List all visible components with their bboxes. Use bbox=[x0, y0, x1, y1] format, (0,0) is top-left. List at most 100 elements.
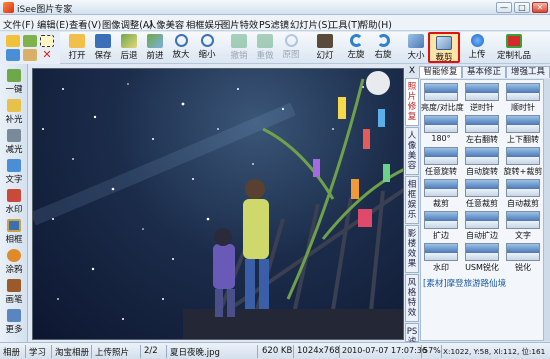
menu-tools[interactable]: 工具(T) bbox=[329, 17, 361, 31]
crop-button[interactable]: 裁剪 bbox=[428, 32, 460, 63]
sidebar-brush[interactable]: 画笔 bbox=[2, 278, 26, 306]
sidebar-more[interactable]: 更多 bbox=[2, 308, 26, 336]
tool-watermark[interactable]: 水印 bbox=[421, 242, 461, 272]
sidebar-fill-light[interactable]: 补光 bbox=[2, 98, 26, 126]
doodle-icon bbox=[7, 249, 21, 262]
vtab-portrait[interactable]: 人像美容 bbox=[405, 127, 419, 175]
tool-flip-vertical[interactable]: 上下翻转 bbox=[503, 114, 543, 144]
vtab-style-effects[interactable]: 风格特效 bbox=[405, 274, 419, 322]
open-button[interactable]: 打开 bbox=[64, 34, 90, 62]
tool-thumbnail bbox=[424, 147, 458, 165]
tool-flip-horizontal[interactable]: 左右翻转 bbox=[462, 114, 502, 144]
tab-enhance-tools[interactable]: 增强工具 bbox=[506, 66, 550, 78]
tool-expand-border[interactable]: 扩边 bbox=[421, 210, 461, 240]
divider bbox=[441, 345, 442, 358]
tool-thumbnail bbox=[465, 83, 499, 101]
tool-sharpen[interactable]: 锐化 bbox=[503, 242, 543, 272]
rotate-left-button[interactable]: 左旋 bbox=[343, 34, 369, 62]
zoom-in-button[interactable]: 放大 bbox=[168, 34, 194, 62]
vtab-studio[interactable]: 影楼效果 bbox=[405, 225, 419, 273]
status-upload-photo[interactable]: 上传照片 bbox=[95, 346, 129, 358]
menu-frames[interactable]: 相框娱乐 bbox=[186, 17, 223, 31]
hand-icon[interactable] bbox=[23, 35, 37, 47]
redo-button[interactable]: 重做 bbox=[252, 34, 278, 62]
delete-icon[interactable]: ✕ bbox=[40, 49, 54, 61]
sidebar-watermark[interactable]: 水印 bbox=[2, 188, 26, 216]
brush-icon[interactable] bbox=[23, 49, 37, 61]
zoom-out-button[interactable]: 缩小 bbox=[194, 34, 220, 62]
tool-crop[interactable]: 裁剪 bbox=[421, 178, 461, 208]
tool-auto-crop[interactable]: 自动裁剪 bbox=[503, 178, 543, 208]
status-study[interactable]: 学习 bbox=[29, 346, 46, 358]
image-canvas[interactable] bbox=[32, 68, 404, 340]
watermark-icon bbox=[7, 189, 21, 202]
tool-rotate-ccw[interactable]: 逆时针 bbox=[462, 82, 502, 112]
more-icon bbox=[7, 309, 21, 322]
tool-thumbnail bbox=[424, 83, 458, 101]
panel-close-button[interactable]: X bbox=[406, 66, 418, 77]
status-filename: 夏日夜晚.jpg bbox=[170, 348, 220, 358]
reduce-light-icon bbox=[7, 129, 21, 142]
material-link[interactable]: [素材]摩登旅游路仙境 bbox=[423, 277, 506, 289]
tab-basic-correction[interactable]: 基本修正 bbox=[462, 66, 506, 78]
minimize-button[interactable]: — bbox=[496, 2, 512, 13]
menu-portrait[interactable]: 人像美容 bbox=[147, 17, 184, 31]
menu-image-adjust[interactable]: 图像调整(A) bbox=[102, 17, 153, 31]
tool-brightness-contrast[interactable]: 亮度/对比度 bbox=[421, 82, 464, 112]
menu-file[interactable]: 文件(F) bbox=[3, 17, 34, 31]
tool-usm-sharpen[interactable]: USM锐化 bbox=[462, 242, 502, 272]
maximize-button[interactable]: □ bbox=[514, 2, 530, 13]
forward-button[interactable]: 前进 bbox=[142, 34, 168, 62]
status-taobao-album[interactable]: 淘宝相册 bbox=[55, 346, 89, 358]
sidebar-doodle[interactable]: 涂鸦 bbox=[2, 248, 26, 276]
sidebar-text[interactable]: 文字 bbox=[2, 158, 26, 186]
app-icon bbox=[3, 2, 14, 13]
tool-free-crop[interactable]: 任意裁剪 bbox=[462, 178, 502, 208]
save-button[interactable]: 保存 bbox=[90, 34, 116, 62]
tool-text[interactable]: 文字 bbox=[503, 210, 543, 240]
divider bbox=[25, 345, 26, 358]
upload-button[interactable]: 上传 bbox=[464, 34, 490, 62]
slideshow-button[interactable]: 幻灯 bbox=[312, 34, 338, 62]
menu-slideshow[interactable]: 幻灯片(S) bbox=[290, 17, 331, 31]
tool-rotate-180[interactable]: 180° bbox=[421, 114, 461, 144]
back-button[interactable]: 后退 bbox=[116, 34, 142, 62]
vtab-ps-filters[interactable]: PS滤 bbox=[405, 323, 419, 347]
original-icon bbox=[284, 34, 298, 47]
tool-auto-rotate[interactable]: 自动旋转 bbox=[462, 146, 502, 176]
menu-edit[interactable]: 编辑(E) bbox=[37, 17, 69, 31]
frame-icon bbox=[7, 219, 21, 232]
status-album[interactable]: 相册 bbox=[3, 346, 20, 358]
tool-rotate-crop[interactable]: 旋转+裁剪 bbox=[503, 146, 543, 176]
tool-free-rotate[interactable]: 任意旋转 bbox=[421, 146, 461, 176]
sidebar-one-click[interactable]: 一键 bbox=[2, 68, 26, 96]
resize-button[interactable]: 大小 bbox=[403, 34, 429, 62]
tool-auto-expand-border[interactable]: 自动扩边 bbox=[462, 210, 502, 240]
select-icon[interactable] bbox=[40, 35, 54, 47]
close-button[interactable]: ✕ bbox=[532, 2, 548, 13]
vtab-frames[interactable]: 相框娱乐 bbox=[405, 176, 419, 224]
tool-thumbnail bbox=[506, 83, 540, 101]
status-dimensions: 1024x768 bbox=[297, 346, 340, 356]
tool-rotate-cw[interactable]: 顺时针 bbox=[503, 82, 543, 112]
panel-top-tabs: 智能修复 基本修正 增强工具 bbox=[419, 66, 550, 78]
undo-button[interactable]: 撤销 bbox=[226, 34, 252, 62]
left-sidebar: 一键 补光 减光 文字 水印 相框 涂鸦 画笔 更多 bbox=[0, 64, 28, 342]
tool-thumbnail bbox=[506, 243, 540, 261]
sidebar-reduce-light[interactable]: 减光 bbox=[2, 128, 26, 156]
text-icon bbox=[7, 159, 21, 172]
one-click-icon bbox=[7, 69, 21, 82]
sidebar-frame[interactable]: 相框 bbox=[2, 218, 26, 246]
menu-view[interactable]: 查看(V) bbox=[69, 17, 101, 31]
rotate-right-button[interactable]: 右旋 bbox=[370, 34, 396, 62]
folder-icon[interactable] bbox=[6, 35, 20, 47]
menu-ps-filters[interactable]: PS滤镜 bbox=[259, 17, 289, 31]
original-button[interactable]: 原图 bbox=[278, 34, 304, 62]
tab-smart-repair[interactable]: 智能修复 bbox=[419, 66, 462, 78]
menu-effects[interactable]: 图片特效 bbox=[221, 17, 258, 31]
panel-scrollbar[interactable] bbox=[544, 79, 550, 341]
move-icon[interactable] bbox=[6, 49, 20, 61]
menu-help[interactable]: 帮助(H) bbox=[359, 17, 392, 31]
vtab-photo-repair[interactable]: 照片修复 bbox=[405, 78, 419, 126]
custom-gift-button[interactable]: 定制礼品 bbox=[496, 34, 532, 62]
